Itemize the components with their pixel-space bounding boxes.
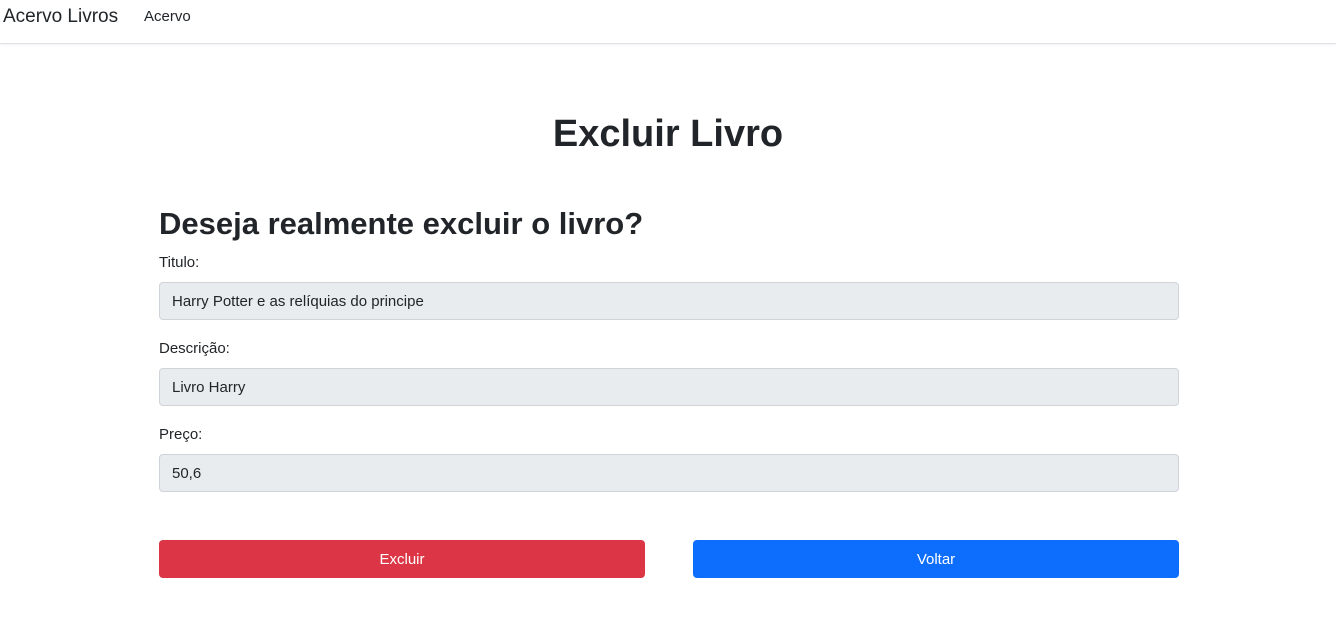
page-title: Excluir Livro: [552, 113, 784, 155]
titulo-input[interactable]: [159, 282, 1179, 320]
nav-link-acervo[interactable]: Acervo: [144, 7, 191, 27]
preco-label: Preço:: [159, 426, 203, 443]
back-button[interactable]: Voltar: [693, 540, 1179, 578]
navbar: Acervo Livros Acervo: [0, 0, 1336, 44]
delete-button[interactable]: Excluir: [159, 540, 645, 578]
preco-input[interactable]: [159, 454, 1179, 492]
descricao-label: Descrição:: [159, 340, 230, 357]
confirm-question: Deseja realmente excluir o livro?: [159, 206, 644, 241]
titulo-label: Titulo:: [159, 254, 200, 271]
navbar-brand[interactable]: Acervo Livros: [3, 5, 118, 29]
descricao-input[interactable]: [159, 368, 1179, 406]
